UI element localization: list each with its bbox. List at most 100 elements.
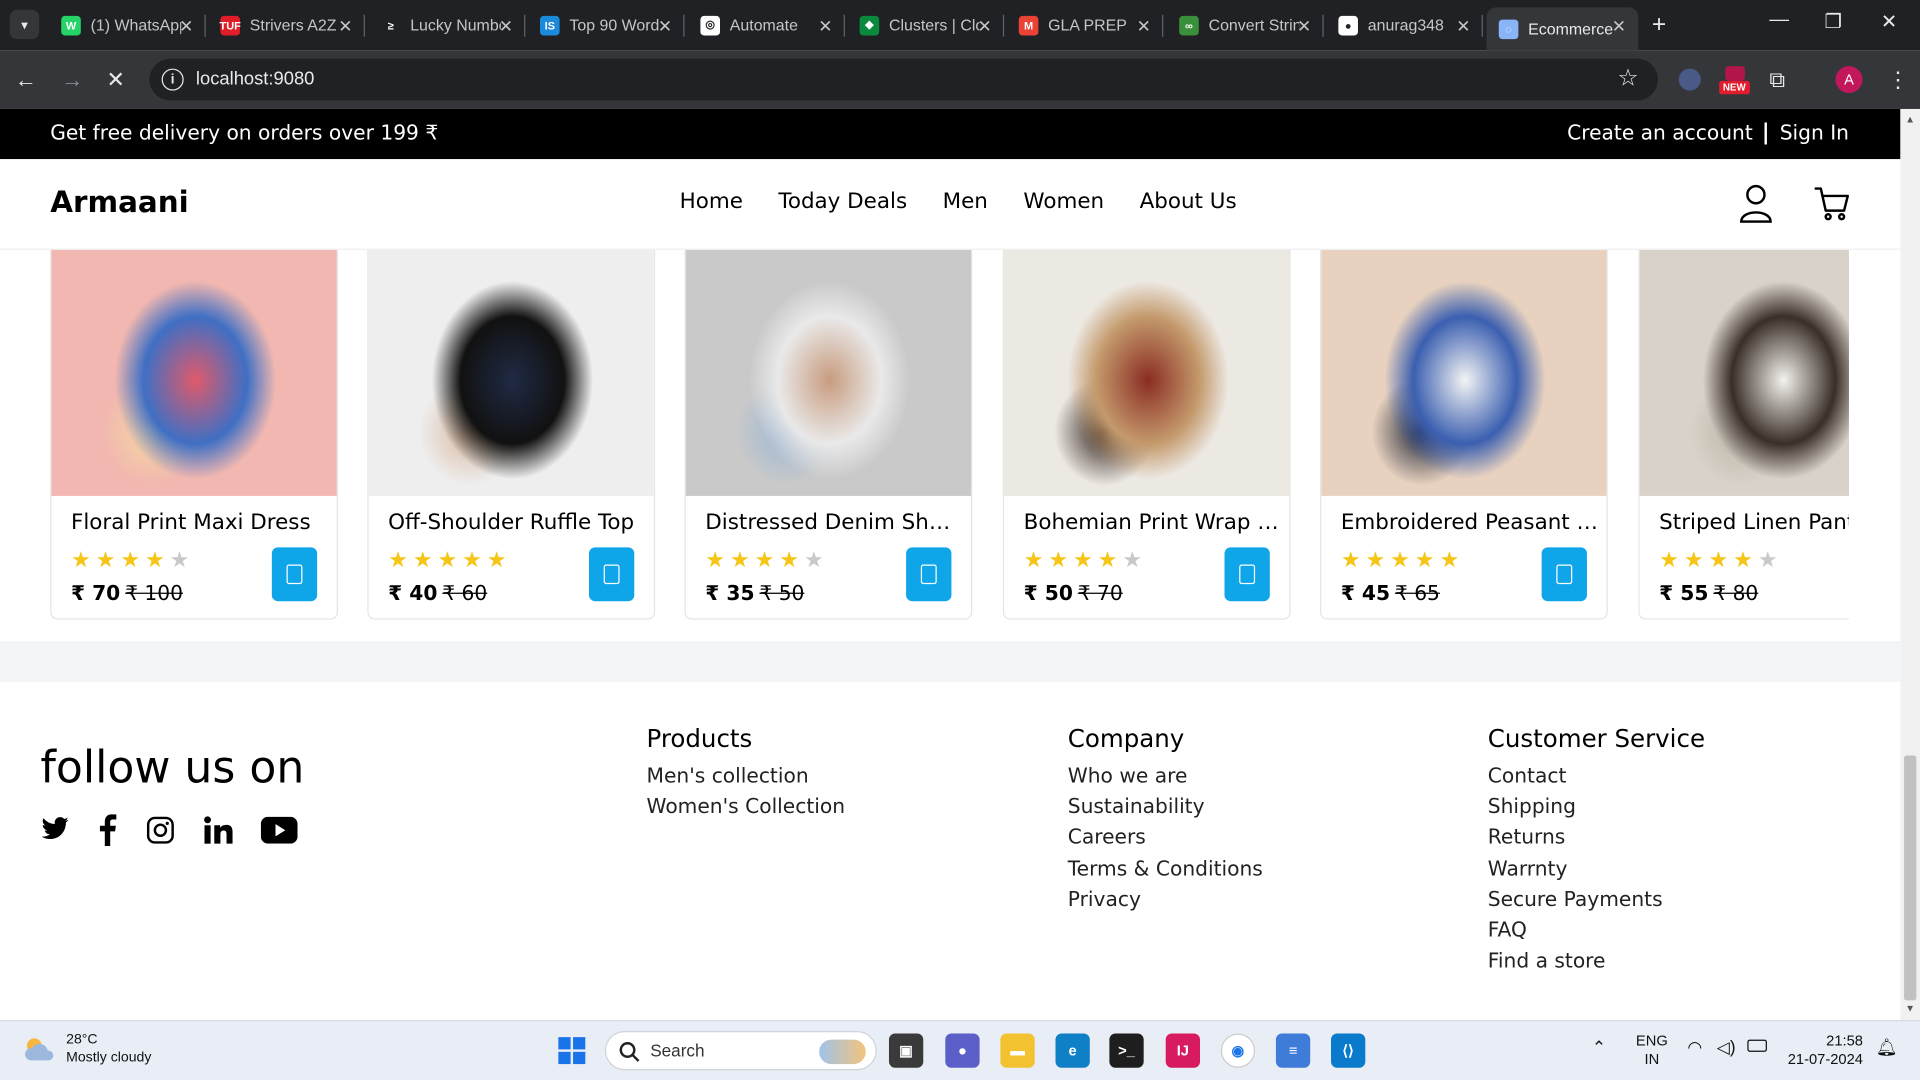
url-text[interactable]: localhost:9080 [196,69,314,90]
footer-link[interactable]: Women's Collection [647,791,846,822]
shopping-cart-icon[interactable] [1812,184,1851,223]
volume-icon[interactable]: ◁) [1717,1038,1736,1056]
forward-icon[interactable]: → [61,65,83,94]
taskbar-app-vscode[interactable]: ⟨⟩ [1331,1033,1366,1068]
product-card[interactable]: Bohemian Print Wrap Skirt ★ ★ ★ ★ ★ ₹ 50 ₹ 70 [1002,249,1291,620]
product-name[interactable]: Embroidered Peasant Blouse [1341,511,1598,535]
browser-tab[interactable]: ∞ Convert String✕ [1167,0,1324,50]
back-icon[interactable]: ← [15,65,37,94]
footer-link[interactable]: Secure Payments [1488,884,1705,915]
nav-home[interactable]: Home [680,190,743,214]
show-hidden-icons[interactable]: ⌃ [1592,1038,1606,1056]
new-tab-button[interactable]: + [1652,11,1666,39]
taskbar-search[interactable]: Search [604,1031,877,1071]
taskbar-app-teams[interactable]: ● [945,1033,980,1068]
taskbar-app-terminal[interactable]: >_ [1109,1033,1144,1068]
profile-avatar[interactable]: A [1835,66,1863,94]
tab-close-icon[interactable]: ✕ [1297,16,1311,37]
footer-link[interactable]: Returns [1488,822,1705,853]
extensions-puzzle-icon[interactable]: ⧉ [1769,65,1785,94]
browser-tab[interactable]: ◌ Ecommerce ✕ [1486,7,1639,51]
browser-menu-icon[interactable]: ⋮ [1887,65,1909,94]
notification-bell-icon[interactable]: 🔔︎ [1876,1038,1898,1056]
tab-close-icon[interactable]: ✕ [977,16,991,37]
tab-close-icon[interactable]: ✕ [338,16,352,37]
footer-link[interactable]: Men's collection [647,760,846,791]
tab-search-button[interactable]: ▾ [9,9,40,40]
taskbar-app-folder[interactable]: ▬ [1000,1033,1035,1068]
nav-about-us[interactable]: About Us [1140,190,1237,214]
browser-tab[interactable]: ◆ Clusters | Cloud✕ [847,0,1005,50]
product-card[interactable]: Floral Print Maxi Dress ★ ★ ★ ★ ★ ₹ 70 ₹ 100 [50,249,338,620]
tab-close-icon[interactable]: ✕ [1137,16,1151,37]
product-card[interactable]: Off-Shoulder Ruffle Top ★ ★ ★ ★ ★ ₹ 40 ₹ 60 [367,249,656,620]
product-card[interactable]: Striped Linen Pants ★ ★ ★ ★ ★ ₹ 55 ₹ 80 [1638,249,1849,620]
tab-close-icon[interactable]: ✕ [179,16,193,37]
taskbar-app-notepad[interactable]: ≡ [1275,1033,1311,1068]
footer-link[interactable]: Sustainability [1068,791,1263,822]
tab-close-icon[interactable]: ✕ [499,16,513,37]
youtube-icon[interactable] [260,816,298,844]
scroll-up-icon[interactable]: ▲ [1905,114,1915,125]
footer-link[interactable]: Find a store [1488,946,1705,977]
extension-gift-icon[interactable]: NEW [1719,64,1751,96]
product-name[interactable]: Off-Shoulder Ruffle Top [388,511,645,535]
browser-tab[interactable]: IS Top 90 Words ✕ [528,0,685,50]
site-info-icon[interactable]: i [161,68,184,91]
footer-link[interactable]: Careers [1068,822,1263,853]
browser-tab[interactable]: ◎ Automate ✕ [688,0,845,50]
taskbar-app-edge[interactable]: e [1055,1033,1090,1068]
footer-link[interactable]: Contact [1488,760,1705,791]
language-indicator[interactable]: ENG IN [1636,1032,1668,1069]
product-image[interactable] [1321,249,1607,496]
scroll-down-icon[interactable]: ▼ [1905,1003,1915,1014]
product-image[interactable] [1639,249,1849,496]
tab-close-icon[interactable]: ✕ [818,16,832,37]
restore-button[interactable]: ❐ [1824,10,1842,34]
twitter-icon[interactable] [40,817,69,844]
linkedin-icon[interactable] [203,816,233,845]
sign-in-link[interactable]: Sign In [1780,121,1849,144]
scrollbar-thumb[interactable] [1904,755,1917,1001]
page-scrollbar[interactable]: ▲ ▼ [1900,108,1920,1021]
browser-tab[interactable]: ≥ Lucky Numbers✕ [369,0,526,50]
address-bar[interactable]: i localhost:9080 ☆ [149,58,1658,101]
nav-men[interactable]: Men [943,190,988,214]
user-account-icon[interactable] [1739,184,1773,223]
stop-loading-icon[interactable]: ✕ [107,65,125,94]
close-window-button[interactable]: ✕ [1881,10,1897,34]
add-to-cart-button[interactable] [906,547,952,602]
product-name[interactable]: Floral Print Maxi Dress [71,511,328,535]
extension-cursor-icon[interactable] [1678,68,1701,91]
product-name[interactable]: Bohemian Print Wrap Skirt [1024,511,1281,535]
footer-link[interactable]: Terms & Conditions [1068,853,1263,884]
product-image[interactable] [51,249,337,496]
product-name[interactable]: Distressed Denim Shorts [705,511,962,535]
taskbar-app-file-explorer[interactable]: ▣ [888,1033,924,1068]
footer-link[interactable]: Who we are [1068,760,1263,791]
minimize-button[interactable]: — [1769,10,1789,32]
footer-link[interactable]: Warrnty [1488,853,1705,884]
tab-close-icon[interactable]: ✕ [658,16,672,37]
product-card[interactable]: Distressed Denim Shorts ★ ★ ★ ★ ★ ₹ 35 ₹ 50 [684,249,973,620]
wifi-icon[interactable]: ◠ [1687,1038,1702,1056]
taskbar-app-intellij[interactable]: IJ [1165,1033,1201,1068]
nav-women[interactable]: Women [1023,190,1104,214]
add-to-cart-button[interactable] [588,547,635,602]
tab-close-icon[interactable]: ✕ [1612,16,1626,37]
battery-icon[interactable] [1747,1039,1767,1052]
product-image[interactable] [368,249,654,496]
add-to-cart-button[interactable] [1224,547,1270,602]
site-logo[interactable]: Armaani [50,185,189,219]
taskbar-app-chrome[interactable]: ◉ [1220,1033,1256,1068]
product-card[interactable]: Embroidered Peasant Blouse★★★★★₹ 45₹ 65 [1320,249,1608,620]
create-account-link[interactable]: Create an account [1567,121,1753,144]
instagram-icon[interactable] [146,816,175,845]
weather-widget[interactable]: 28°C Mostly cloudy [22,1031,151,1068]
bookmark-star-icon[interactable]: ☆ [1617,65,1638,93]
footer-link[interactable]: Privacy [1068,884,1263,915]
facebook-icon[interactable] [98,814,118,847]
product-name[interactable]: Striped Linen Pants [1659,511,1849,535]
nav-today-deals[interactable]: Today Deals [778,190,907,214]
browser-tab[interactable]: M GLA PREP ✕ [1007,0,1164,50]
